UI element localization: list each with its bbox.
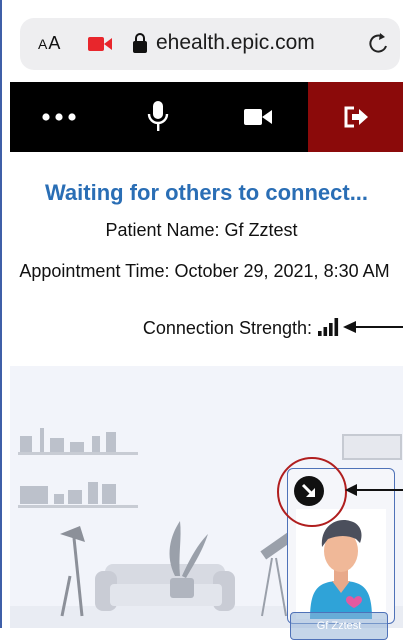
- left-border: [0, 0, 2, 628]
- patient-name: Patient Name: Gf Zztest: [105, 220, 298, 240]
- url-domain[interactable]: ehealth.epic.com: [156, 31, 315, 55]
- connection-strength-label: Connection Strength:: [142, 318, 312, 338]
- browser-url-bar[interactable]: AA ehealth.epic.com: [20, 18, 400, 70]
- call-toolbar: [10, 82, 403, 152]
- annotation-circle: [277, 457, 347, 527]
- wall-shelf: [18, 452, 138, 455]
- wall-shelf: [18, 505, 138, 508]
- camera-recording-icon[interactable]: [88, 37, 112, 51]
- appointment-time: Appointment Time: October 29, 2021, 8:30…: [19, 261, 390, 281]
- text-size-small-a: A: [38, 36, 49, 52]
- lock-icon: [133, 33, 147, 53]
- video-camera-icon: [244, 109, 272, 125]
- signal-strength-icon: [318, 318, 339, 336]
- leave-call-button[interactable]: [308, 82, 403, 152]
- annotation-arrow-icon: [343, 321, 403, 333]
- reload-icon[interactable]: [366, 30, 392, 58]
- self-view-name-label: Gf Zztest: [290, 612, 388, 640]
- waiting-title: Waiting for others to connect...: [44, 180, 369, 205]
- text-size-large-a: A: [48, 33, 62, 53]
- more-icon: [42, 113, 76, 121]
- video-button[interactable]: [208, 82, 308, 152]
- microphone-icon: [147, 101, 169, 131]
- annotation-arrow-icon: [345, 484, 403, 496]
- more-options-button[interactable]: [10, 82, 108, 152]
- leave-icon: [344, 106, 368, 128]
- text-size-button[interactable]: AA: [38, 33, 61, 54]
- microphone-button[interactable]: [108, 82, 208, 152]
- wall-frame: [342, 434, 402, 460]
